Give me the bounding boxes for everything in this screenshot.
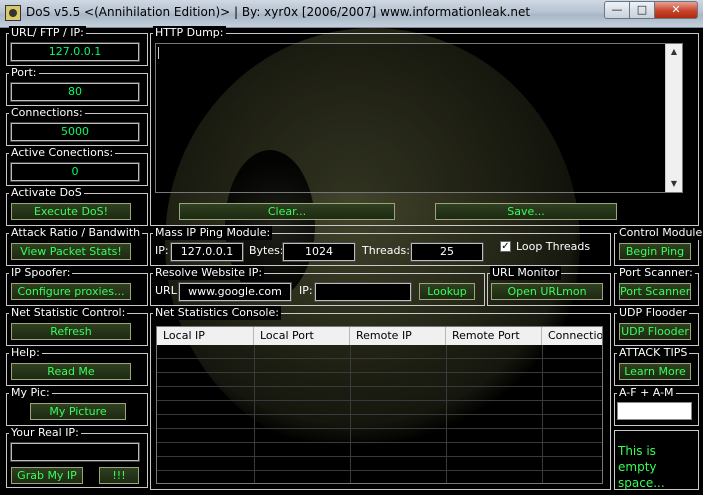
control-module-label: Control Module: [617, 226, 703, 240]
resolve-ip-field[interactable] [314, 282, 412, 302]
threads-input[interactable]: 25 [410, 242, 484, 262]
table-row[interactable] [157, 429, 602, 443]
connections-input[interactable]: 5000 [10, 122, 140, 142]
column-local-ip[interactable]: Local IP [157, 327, 254, 345]
activate-dos-label: Activate DoS [9, 186, 84, 200]
execute-dos-button[interactable]: Execute DoS! [11, 203, 131, 220]
table-row[interactable] [157, 387, 602, 401]
udp-flooder-button[interactable]: UDP Flooder [619, 323, 691, 340]
clear-button[interactable]: Clear... [179, 203, 395, 220]
active-connections-field: 0 [10, 162, 140, 182]
url-input[interactable]: 127.0.0.1 [10, 42, 140, 62]
configure-proxies-button[interactable]: Configure proxies... [11, 283, 131, 300]
port-group-label: Port: [9, 66, 39, 80]
url-monitor-label: URL Monitor [490, 266, 562, 280]
attack-ratio-label: Attack Ratio / Bandwith [9, 226, 143, 240]
table-header: Local IP Local Port Remote IP Remote Por… [157, 327, 602, 345]
column-connection[interactable]: Connection [542, 327, 602, 345]
table-row[interactable] [157, 401, 602, 415]
http-dump-scrollbar[interactable]: ▲ ▼ [665, 44, 682, 192]
refresh-button[interactable]: Refresh [11, 323, 131, 340]
column-remote-ip[interactable]: Remote IP [350, 327, 446, 345]
column-remote-port[interactable]: Remote Port [446, 327, 542, 345]
resolve-url-input[interactable]: www.google.com [178, 282, 292, 302]
loop-threads-checkbox[interactable]: ✓ [500, 241, 511, 252]
bytes-input[interactable]: 1024 [282, 242, 356, 262]
resolve-url-label: URL: [155, 284, 181, 297]
my-pic-label: My Pic: [9, 386, 52, 400]
table-row[interactable] [157, 471, 602, 483]
resolve-website-ip-label: Resolve Website IP: [153, 266, 265, 280]
column-local-port[interactable]: Local Port [254, 327, 350, 345]
url-group-label: URL/ FTP / IP: [9, 26, 86, 40]
net-statistic-control-label: Net Statistic Control: [9, 306, 128, 320]
port-scanner-button[interactable]: Port Scanner [619, 283, 691, 300]
learn-more-button[interactable]: Learn More [619, 363, 691, 380]
open-urlmon-button[interactable]: Open URLmon [491, 283, 603, 300]
text-caret [158, 47, 159, 59]
resolve-ip-label: IP: [299, 284, 313, 297]
ping-ip-label: IP: [155, 244, 169, 257]
port-input[interactable]: 80 [10, 82, 140, 102]
table-row[interactable] [157, 415, 602, 429]
title-bar[interactable]: DoS v5.5 <(Annihilation Edition)> | By: … [0, 0, 703, 28]
http-dump-textarea[interactable]: ▲ ▼ [155, 43, 683, 193]
dos-window: DoS v5.5 <(Annihilation Edition)> | By: … [0, 0, 703, 495]
mass-ip-ping-label: Mass IP Ping Module: [153, 226, 273, 240]
app-icon [5, 5, 21, 21]
table-row[interactable] [157, 345, 602, 359]
scroll-down-icon[interactable]: ▼ [666, 176, 682, 192]
scroll-up-icon[interactable]: ▲ [666, 44, 682, 60]
help-label: Help: [9, 346, 42, 360]
maximize-button[interactable]: □ [629, 1, 655, 19]
net-statistics-console-label: Net Statistics Console: [153, 306, 281, 320]
exclamation-button[interactable]: !!! [99, 467, 139, 484]
view-packet-stats-button[interactable]: View Packet Stats! [11, 243, 131, 260]
table-row[interactable] [157, 359, 602, 373]
real-ip-field[interactable] [10, 442, 140, 462]
grab-my-ip-button[interactable]: Grab My IP [11, 467, 83, 484]
table-row[interactable] [157, 457, 602, 471]
empty-space-text: This is empty space... [618, 444, 665, 490]
begin-ping-button[interactable]: Begin Ping [619, 243, 691, 260]
active-connections-label: Active Conections: [9, 146, 116, 160]
table-row[interactable] [157, 373, 602, 387]
my-picture-button[interactable]: My Picture [30, 403, 126, 420]
connections-group-label: Connections: [9, 106, 85, 120]
threads-label: Threads: [362, 244, 410, 257]
udp-flooder-label: UDP Flooder [617, 306, 689, 320]
http-dump-label: HTTP Dump: [153, 26, 226, 40]
real-ip-label: Your Real IP: [9, 426, 81, 440]
port-scanner-label: Port Scanner: [617, 266, 695, 280]
bytes-label: Bytes: [249, 244, 284, 257]
close-button[interactable]: ✕ [654, 1, 698, 19]
net-statistics-table[interactable]: Local IP Local Port Remote IP Remote Por… [156, 326, 603, 484]
window-title: DoS v5.5 <(Annihilation Edition)> | By: … [26, 5, 531, 19]
af-am-input[interactable] [617, 402, 692, 420]
minimize-button[interactable]: — [604, 1, 630, 19]
attack-tips-label: ATTACK TIPS [617, 346, 690, 360]
read-me-button[interactable]: Read Me [11, 363, 131, 380]
ping-ip-input[interactable]: 127.0.0.1 [170, 242, 244, 262]
loop-threads-label: Loop Threads [516, 240, 591, 253]
lookup-button[interactable]: Lookup [419, 283, 475, 300]
af-am-label: A-F + A-M [617, 386, 676, 400]
save-button[interactable]: Save... [435, 203, 617, 220]
table-row[interactable] [157, 443, 602, 457]
ip-spoofer-label: IP Spoofer: [9, 266, 73, 280]
